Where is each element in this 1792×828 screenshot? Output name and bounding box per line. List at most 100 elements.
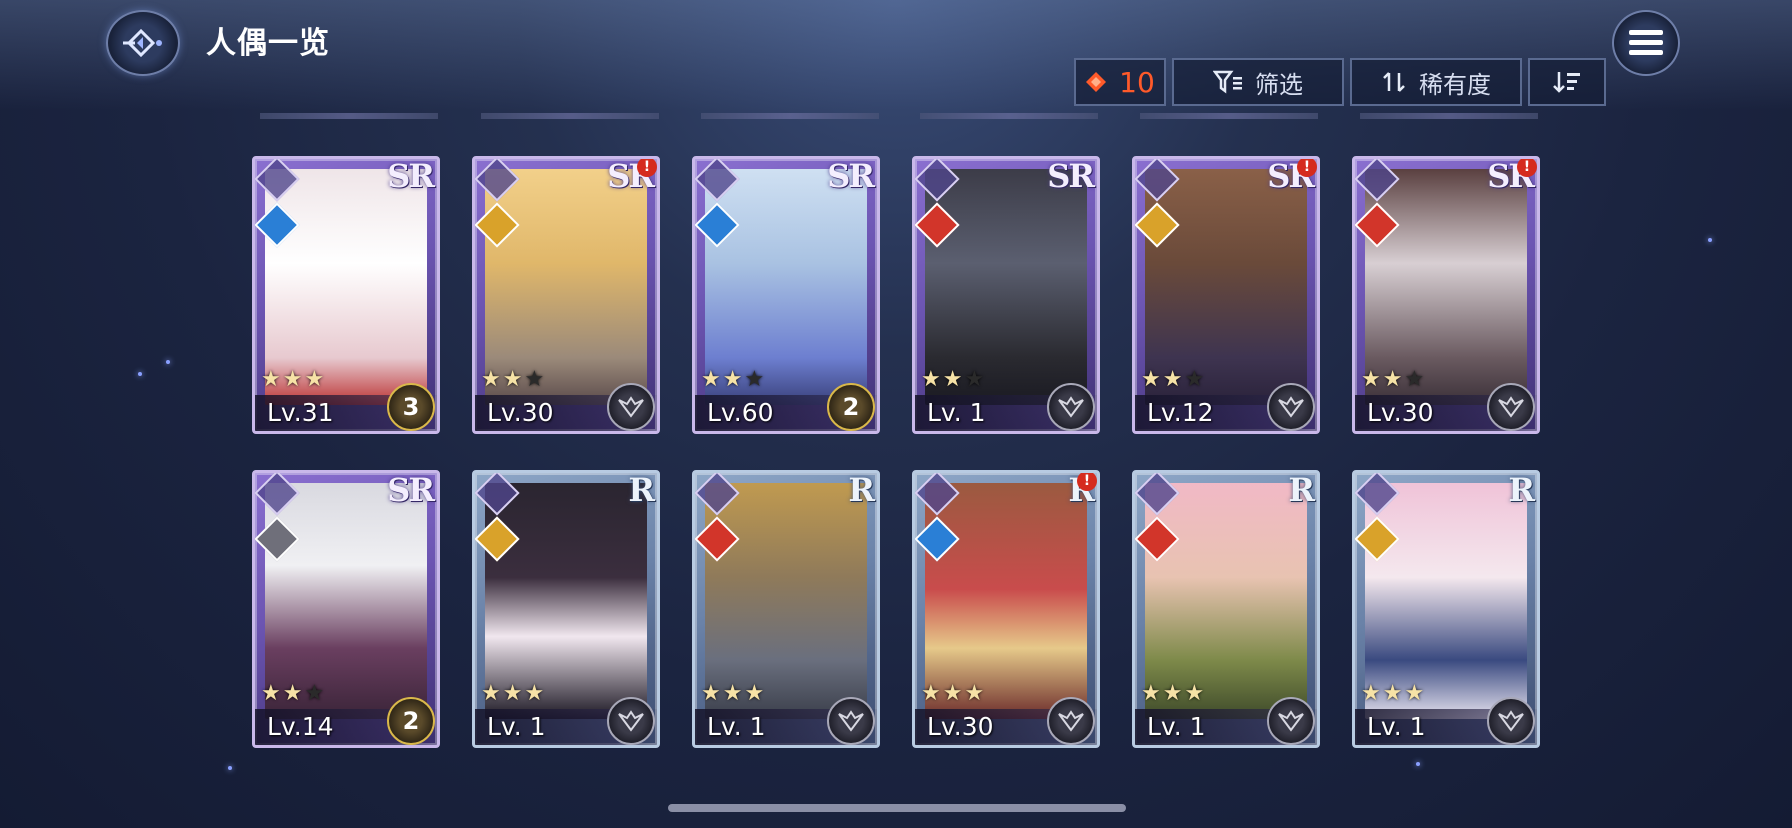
alert-badge-icon: ! [1077,473,1097,491]
level-label: Lv. 1 [1367,712,1426,741]
star-rating: ★★★ [921,681,986,706]
star-filled-icon: ★ [1361,681,1383,706]
row-divider [1140,113,1318,119]
wing-icon [1058,396,1084,418]
star-filled-icon: ★ [942,367,965,392]
star-filled-icon: ★ [1162,681,1185,706]
level-label: Lv.60 [707,398,774,427]
wing-icon [1498,710,1524,732]
back-button[interactable] [106,10,180,76]
rarity-label: SR [387,157,435,195]
wing-emblem-icon [827,697,875,745]
doll-card[interactable]: R ★★★ Lv. 1 [1132,470,1320,748]
wing-icon [1278,396,1304,418]
wing-emblem-icon [1487,383,1535,431]
level-label: Lv.30 [927,712,994,741]
wing-emblem-icon [607,697,655,745]
wing-emblem-icon [1267,697,1315,745]
awakening-count-badge: 2 [387,697,435,745]
rarity-label: R [1288,471,1315,509]
star-empty-icon: ★ [1184,367,1207,392]
star-empty-icon: ★ [1404,367,1427,392]
star-filled-icon: ★ [744,681,767,706]
doll-card[interactable]: R ★★★ Lv. 1 [692,470,880,748]
star-filled-icon: ★ [942,681,965,706]
star-filled-icon: ★ [481,681,503,706]
star-rating: ★★★ [1361,367,1426,392]
hamburger-menu-icon [1629,30,1663,55]
currency-display: 10 [1074,58,1166,106]
star-filled-icon: ★ [282,681,305,706]
star-filled-icon: ★ [1404,681,1427,706]
star-filled-icon: ★ [1184,681,1207,706]
star-rating: ★★★ [481,681,546,706]
rarity-label: R [1508,471,1535,509]
star-filled-icon: ★ [1382,367,1405,392]
level-label: Lv.30 [487,398,554,427]
rarity-label: R [848,471,875,509]
wing-emblem-icon [1047,383,1095,431]
star-filled-icon: ★ [921,367,943,392]
filter-button[interactable]: 筛选 [1172,58,1344,106]
sparkle-decoration [228,766,232,770]
alert-badge-icon: ! [1297,159,1317,177]
star-filled-icon: ★ [701,681,723,706]
row-divider [260,113,438,119]
doll-card[interactable]: SR ★★★ Lv. 1 [912,156,1100,434]
doll-card[interactable]: SR ★★★ Lv.31 3 [252,156,440,434]
home-indicator[interactable] [668,804,1126,812]
doll-card[interactable]: R ★★★ Lv. 1 [472,470,660,748]
page-title: 人偶一览 [206,26,330,61]
wing-icon [838,710,864,732]
sparkle-decoration [1416,762,1420,766]
sort-label: 稀有度 [1419,70,1491,99]
menu-button[interactable] [1612,10,1680,76]
level-label: Lv.31 [267,398,334,427]
star-filled-icon: ★ [524,681,547,706]
doll-card[interactable]: R! ★★★ Lv.30 [912,470,1100,748]
star-rating: ★★★ [261,681,326,706]
alert-badge-icon: ! [637,159,657,177]
star-empty-icon: ★ [964,367,987,392]
doll-card[interactable]: SR ★★★ Lv.14 2 [252,470,440,748]
star-filled-icon: ★ [722,681,745,706]
rarity-label: R [628,471,655,509]
wing-icon [618,710,644,732]
doll-card[interactable]: SR! ★★★ Lv.12 [1132,156,1320,434]
row-divider [920,113,1098,119]
rarity-label: SR [1047,157,1095,195]
doll-card[interactable]: R ★★★ Lv. 1 [1352,470,1540,748]
star-filled-icon: ★ [722,367,745,392]
doll-card[interactable]: SR! ★★★ Lv.30 [1352,156,1540,434]
filter-label: 筛选 [1255,70,1303,99]
currency-value: 10 [1119,65,1155,99]
star-rating: ★★★ [481,367,546,392]
awakening-count-badge: 2 [827,383,875,431]
star-filled-icon: ★ [1141,367,1163,392]
sort-rarity-button[interactable]: 稀有度 [1350,58,1522,106]
row-divider [701,113,879,119]
sparkle-decoration [166,360,170,364]
level-label: Lv.30 [1367,398,1434,427]
doll-card[interactable]: SR ★★★ Lv.60 2 [692,156,880,434]
star-filled-icon: ★ [481,367,503,392]
row-divider [481,113,659,119]
sparkle-decoration [1708,238,1712,242]
wing-emblem-icon [1047,697,1095,745]
star-filled-icon: ★ [1382,681,1405,706]
wing-icon [1498,396,1524,418]
rarity-label: SR [827,157,875,195]
doll-card[interactable]: SR! ★★★ Lv.30 [472,156,660,434]
level-label: Lv.14 [267,712,334,741]
star-filled-icon: ★ [1162,367,1185,392]
wing-icon [1058,710,1084,732]
star-rating: ★★★ [701,367,766,392]
star-filled-icon: ★ [701,367,723,392]
row-divider [1360,113,1538,119]
sort-order-button[interactable] [1528,58,1606,106]
diamond-gem-icon [1086,72,1107,92]
back-arrow-icon [123,28,162,58]
wing-icon [1278,710,1304,732]
star-filled-icon: ★ [304,367,327,392]
star-rating: ★★★ [701,681,766,706]
